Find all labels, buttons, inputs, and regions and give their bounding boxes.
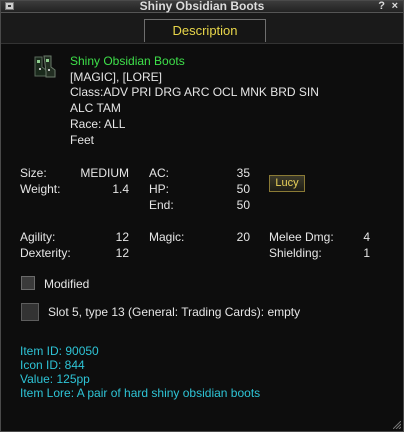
end-label: End: — [149, 198, 174, 212]
magic-value: 20 — [236, 230, 250, 244]
hp-value: 50 — [236, 182, 250, 196]
hp-label: HP: — [149, 182, 170, 196]
item-id: Item ID: 90050 — [20, 344, 99, 358]
item-flags: [MAGIC], [LORE] — [70, 70, 163, 84]
aug-slot-5[interactable] — [21, 303, 39, 321]
aug-slot-label: Slot 5, type 13 (General: Trading Cards)… — [48, 305, 301, 319]
tab-bar: Description — [1, 13, 403, 44]
dexterity-value: 12 — [115, 246, 129, 260]
ac-value: 35 — [236, 166, 250, 180]
end-value: 50 — [236, 198, 250, 212]
icon-id: Icon ID: 844 — [20, 358, 85, 372]
weight-label: Weight: — [20, 182, 61, 196]
dexterity-label: Dexterity: — [20, 246, 71, 260]
item-name: Shiny Obsidian Boots — [70, 54, 185, 68]
item-classes-line1: Class:ADV PRI DRG ARC OCL MNK BRD SIN — [70, 85, 319, 99]
item-race: Race: ALL — [70, 117, 126, 131]
resize-grip-icon[interactable] — [393, 421, 401, 429]
size-value: MEDIUM — [80, 166, 129, 180]
melee-dmg-label: Melee Dmg: — [269, 230, 334, 244]
melee-dmg-value: 4 — [363, 230, 370, 244]
shielding-label: Shielding: — [269, 246, 322, 260]
window-title: Shiny Obsidian Boots — [139, 0, 265, 13]
magic-label: Magic: — [149, 230, 185, 244]
description-panel: Shiny Obsidian Boots [MAGIC], [LORE] Cla… — [1, 44, 403, 431]
item-display-window: Shiny Obsidian Boots ? × Description Shi… — [0, 0, 404, 432]
agility-value: 12 — [115, 230, 129, 244]
title-bar[interactable]: Shiny Obsidian Boots ? × — [1, 0, 403, 13]
help-button[interactable]: ? — [378, 0, 385, 12]
weight-value: 1.4 — [112, 182, 129, 196]
agility-label: Agility: — [20, 230, 56, 244]
lucy-button[interactable]: Lucy — [269, 175, 305, 192]
item-value: Value: 125pp — [20, 372, 90, 386]
item-lore: Item Lore: A pair of hard shiny obsidian… — [20, 386, 261, 400]
modified-checkbox[interactable] — [21, 276, 35, 290]
modified-label: Modified — [44, 277, 90, 291]
ac-label: AC: — [149, 166, 170, 180]
shielding-value: 1 — [363, 246, 370, 260]
boots-icon — [34, 55, 56, 78]
close-button[interactable]: × — [392, 0, 398, 12]
size-label: Size: — [20, 166, 47, 180]
tab-description[interactable]: Description — [144, 19, 266, 42]
item-slot: Feet — [70, 133, 95, 147]
item-classes-line2: ALC TAM — [70, 101, 121, 115]
